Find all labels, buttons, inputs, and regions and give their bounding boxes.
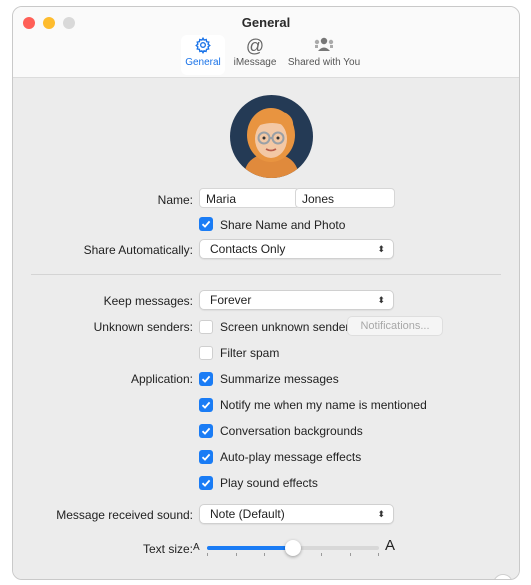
text-size-slider[interactable]	[207, 538, 379, 558]
slider-tick	[235, 553, 237, 556]
help-button[interactable]: ?	[493, 574, 513, 579]
unknown-senders-label: Unknown senders:	[93, 320, 193, 334]
play-sound-effects-label: Play sound effects	[220, 476, 318, 490]
keep-messages-popup[interactable]: Forever ⬍	[199, 290, 394, 310]
share-name-photo-checkbox[interactable]	[199, 217, 213, 231]
text-size-large-glyph: A	[385, 537, 396, 554]
notifications-button[interactable]: Notifications...	[347, 316, 443, 336]
share-automatically-popup[interactable]: Contacts Only ⬍	[199, 239, 394, 259]
shared-people-icon	[283, 35, 365, 57]
tab-imessage[interactable]: @ iMessage	[229, 35, 281, 75]
filter-spam-checkbox[interactable]	[199, 346, 213, 360]
slider-tick	[349, 553, 351, 556]
slider-tick	[378, 553, 379, 556]
tab-shared-with-you-label: Shared with You	[287, 57, 361, 68]
chevron-updown-icon: ⬍	[377, 509, 385, 519]
memoji-avatar-icon	[244, 108, 299, 178]
message-received-sound-popup[interactable]: Note (Default) ⬍	[199, 504, 394, 524]
tab-general-label: General	[185, 57, 221, 68]
auto-play-effects-label: Auto-play message effects	[220, 450, 362, 464]
title-bar: General General @ iMessage Shared with Y…	[13, 7, 519, 78]
text-size-label: Text size:	[142, 542, 193, 556]
play-sound-effects-checkbox[interactable]	[199, 476, 213, 490]
slider-tick	[207, 553, 208, 556]
notify-name-mentioned-checkbox[interactable]	[199, 398, 213, 412]
conversation-backgrounds-checkbox[interactable]	[199, 424, 213, 438]
summarize-messages-checkbox[interactable]	[199, 372, 213, 386]
section-divider	[31, 274, 501, 275]
slider-fill	[207, 546, 293, 550]
text-size-small-glyph: A	[193, 542, 200, 553]
settings-content: Name: Maria Jones Share Name and Photo S…	[13, 78, 519, 579]
tab-general[interactable]: General	[181, 35, 225, 75]
keep-messages-label: Keep messages:	[103, 294, 193, 308]
share-automatically-label: Share Automatically:	[83, 243, 193, 257]
screen-unknown-senders-checkbox[interactable]	[199, 320, 213, 334]
name-label: Name:	[157, 193, 193, 207]
notify-name-mentioned-label: Notify me when my name is mentioned	[220, 398, 427, 412]
first-name-field[interactable]: Maria	[199, 188, 299, 208]
checkmark-icon	[201, 375, 211, 383]
checkmark-icon	[201, 220, 211, 228]
chevron-updown-icon: ⬍	[377, 295, 385, 305]
message-received-sound-label: Message received sound:	[56, 508, 193, 522]
slider-tick	[321, 553, 322, 556]
checkmark-icon	[201, 479, 211, 487]
checkmark-icon	[201, 453, 211, 461]
application-label: Application:	[130, 372, 193, 386]
at-sign-icon: @	[245, 36, 265, 56]
screen-unknown-senders-label: Screen unknown senders	[220, 320, 356, 334]
avatar[interactable]	[230, 95, 313, 178]
share-automatically-value: Contacts Only	[210, 242, 286, 256]
auto-play-effects-checkbox[interactable]	[199, 450, 213, 464]
checkmark-icon	[201, 401, 211, 409]
slider-tick	[264, 553, 265, 556]
chevron-updown-icon: ⬍	[377, 244, 385, 254]
summarize-messages-label: Summarize messages	[220, 372, 339, 386]
tab-imessage-label: iMessage	[233, 57, 277, 68]
share-name-photo-label: Share Name and Photo	[220, 218, 346, 232]
slider-knob[interactable]	[285, 540, 301, 556]
checkmark-icon	[201, 427, 211, 435]
keep-messages-value: Forever	[210, 293, 252, 307]
tab-shared-with-you[interactable]: Shared with You	[283, 35, 365, 75]
filter-spam-label: Filter spam	[220, 346, 280, 360]
gear-icon	[181, 35, 225, 57]
general-settings-window: General General @ iMessage Shared with Y…	[12, 6, 520, 580]
message-received-sound-value: Note (Default)	[210, 507, 285, 521]
conversation-backgrounds-label: Conversation backgrounds	[220, 424, 363, 438]
window-title: General	[241, 15, 291, 30]
last-name-field[interactable]: Jones	[295, 188, 395, 208]
